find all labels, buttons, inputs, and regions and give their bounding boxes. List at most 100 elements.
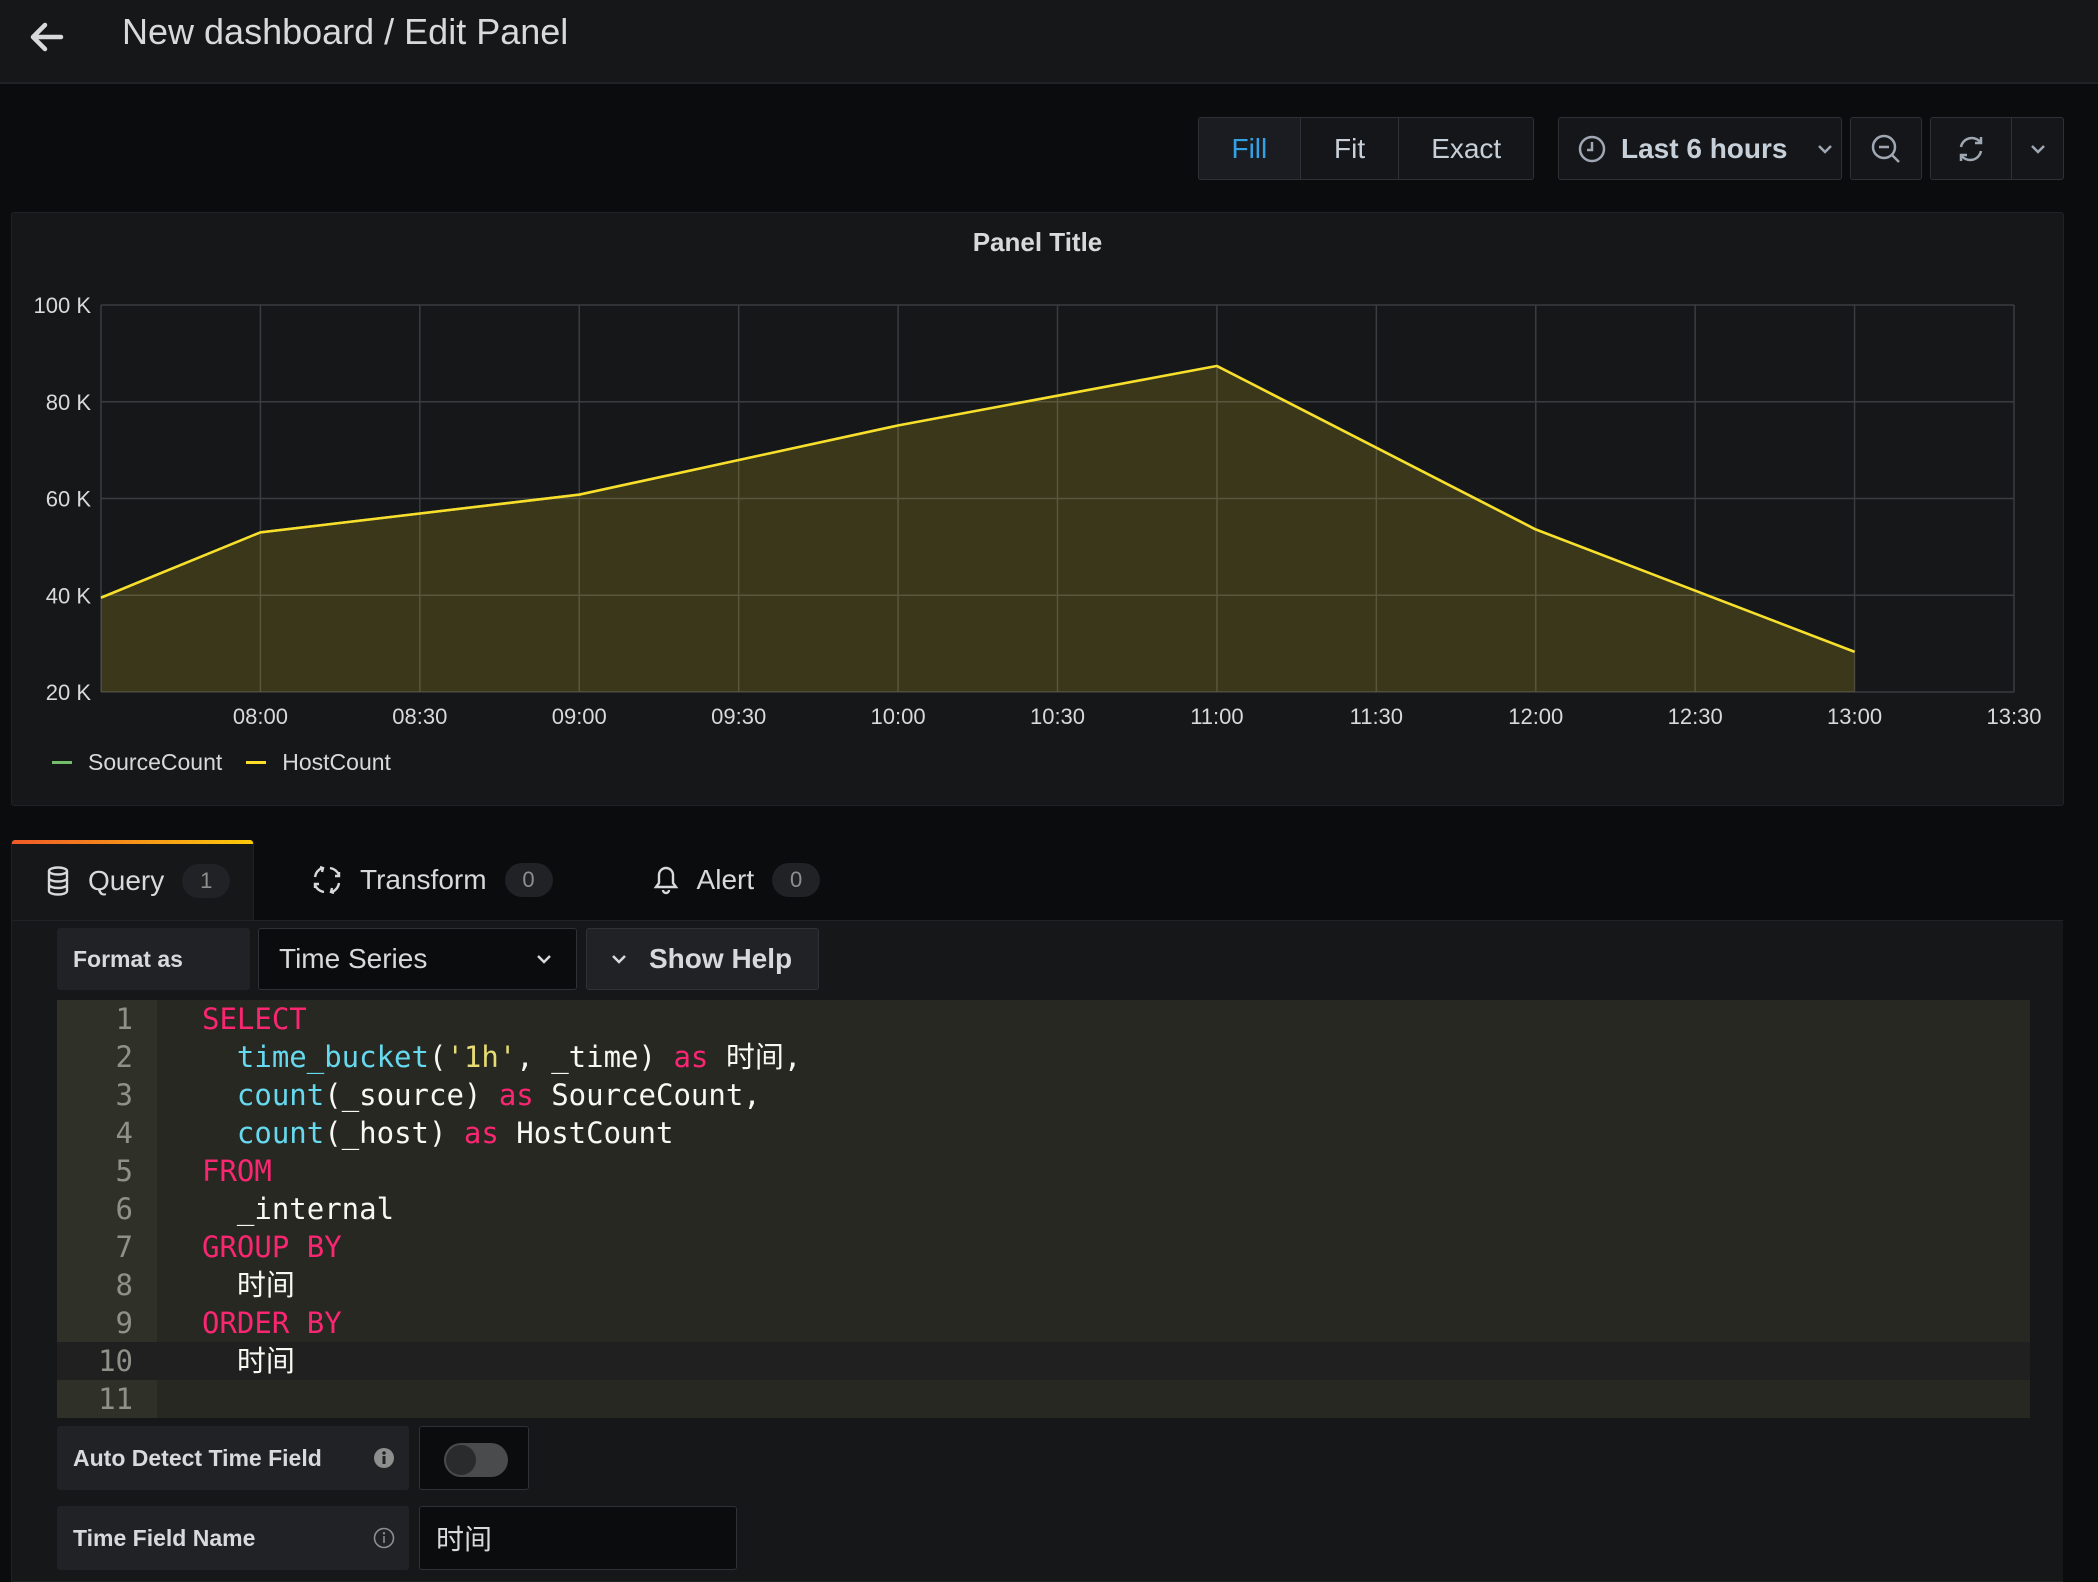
code-line[interactable]: 7GROUP BY [57, 1228, 2030, 1266]
sql-token [202, 1078, 237, 1112]
tab-query[interactable]: Query 1 [11, 840, 254, 920]
code-line[interactable]: 9ORDER BY [57, 1304, 2030, 1342]
tab-count-badge: 1 [182, 864, 230, 898]
sql-function: count [237, 1116, 324, 1150]
code-text: 时间 [202, 1342, 295, 1380]
arrow-left-icon [27, 17, 67, 57]
sql-token [202, 1040, 237, 1074]
auto-detect-label-text: Auto Detect Time Field [73, 1445, 322, 1472]
line-number: 10 [57, 1342, 133, 1380]
code-line[interactable]: 3 count(_source) as SourceCount, [57, 1076, 2030, 1114]
line-number: 2 [57, 1038, 133, 1076]
sql-token: , _time) [516, 1040, 673, 1074]
sql-string: '1h' [446, 1040, 516, 1074]
chart-legend: SourceCount HostCount [52, 749, 415, 776]
tab-label: Query [88, 865, 164, 897]
info-circle-icon[interactable] [373, 1527, 395, 1549]
line-number: 4 [57, 1114, 133, 1152]
zoom-out-button[interactable] [1850, 117, 1922, 180]
time-range-label: Last 6 hours [1621, 133, 1787, 165]
time-field-name-value: 时间 [436, 1518, 492, 1558]
code-text: 时间 [202, 1266, 295, 1304]
editor-tabs: Query 1 Transform 0 Alert 0 [11, 840, 852, 920]
tab-count-badge: 0 [772, 863, 820, 897]
series-area-hostcount [101, 366, 1855, 692]
x-tick-label: 10:30 [1030, 704, 1085, 729]
code-text: count(_host) as HostCount [202, 1114, 673, 1152]
sql-keyword: as [464, 1116, 499, 1150]
sql-token: (_source) [324, 1078, 499, 1112]
clock-icon [1577, 134, 1607, 164]
x-tick-label: 09:30 [711, 704, 766, 729]
code-text: ORDER BY [202, 1304, 342, 1342]
x-tick-label: 11:00 [1190, 704, 1243, 729]
y-tick-label: 80 K [46, 390, 92, 415]
page-title: New dashboard / Edit Panel [122, 10, 568, 54]
tab-label: Alert [697, 864, 755, 896]
x-tick-label: 13:00 [1827, 704, 1882, 729]
code-line[interactable]: 5FROM [57, 1152, 2030, 1190]
toggle-knob [446, 1445, 476, 1475]
panel-preview: Panel Title 20 K40 K60 K80 K100 K08:0008… [11, 212, 2064, 806]
code-line[interactable]: 1 SELECT [57, 1000, 2030, 1038]
sql-keyword: SELECT [202, 1002, 307, 1036]
time-field-label-text: Time Field Name [73, 1525, 255, 1552]
code-line[interactable]: 2 time_bucket('1h', _time) as 时间, [57, 1038, 2030, 1076]
auto-detect-toggle-container [419, 1426, 529, 1490]
y-tick-label: 100 K [34, 293, 92, 318]
sql-token [202, 1116, 237, 1150]
fill-button[interactable]: Fill [1199, 118, 1301, 179]
time-picker-button[interactable]: Last 6 hours [1559, 118, 1841, 179]
tab-count-badge: 0 [505, 863, 553, 897]
tab-label: Transform [360, 864, 487, 896]
sql-token: 时间, [708, 1040, 801, 1074]
code-text: GROUP BY [202, 1228, 342, 1266]
code-line[interactable]: 6 _internal [57, 1190, 2030, 1228]
format-as-select[interactable]: Time Series [258, 928, 577, 990]
legend-swatch [246, 761, 266, 764]
refresh-interval-button[interactable] [2012, 118, 2063, 179]
sql-token: SourceCount, [534, 1078, 761, 1112]
code-line[interactable]: 8 时间 [57, 1266, 2030, 1304]
time-field-name-input[interactable]: 时间 [419, 1506, 737, 1570]
code-text: time_bucket('1h', _time) as 时间, [202, 1038, 801, 1076]
sql-keyword: ORDER BY [202, 1306, 342, 1340]
show-help-button[interactable]: Show Help [586, 928, 819, 990]
sql-token: 时间 [202, 1268, 295, 1302]
sql-keyword: as [499, 1078, 534, 1112]
bell-icon [653, 865, 679, 895]
code-line[interactable]: 11 [57, 1380, 2030, 1418]
y-tick-label: 20 K [46, 680, 92, 705]
y-tick-label: 40 K [46, 583, 92, 608]
refresh-button[interactable] [1931, 118, 2012, 179]
view-mode-group: Fill Fit Exact [1198, 117, 1534, 180]
fit-button[interactable]: Fit [1301, 118, 1400, 179]
code-text: SELECT [202, 1000, 307, 1038]
code-line[interactable]: 10 时间 [57, 1342, 2030, 1380]
line-number: 1 [57, 1000, 133, 1038]
back-button[interactable] [22, 12, 72, 62]
code-line[interactable]: 4 count(_host) as HostCount [57, 1114, 2030, 1152]
zoom-out-icon [1869, 132, 1903, 166]
x-tick-label: 12:30 [1668, 704, 1723, 729]
sql-token: (_host) [324, 1116, 464, 1150]
info-icon[interactable] [373, 1447, 395, 1469]
tab-alert[interactable]: Alert 0 [585, 840, 853, 920]
show-help-label: Show Help [649, 943, 792, 975]
tab-transform[interactable]: Transform 0 [254, 840, 585, 920]
sql-token: HostCount [499, 1116, 674, 1150]
legend-item-sourcecount[interactable]: SourceCount [52, 749, 222, 776]
legend-label: HostCount [282, 749, 391, 776]
time-picker[interactable]: Last 6 hours [1558, 117, 1842, 180]
x-tick-label: 08:30 [392, 704, 447, 729]
auto-detect-toggle[interactable] [444, 1443, 508, 1477]
auto-detect-time-field-label: Auto Detect Time Field [57, 1426, 409, 1490]
refresh-icon [1954, 132, 1988, 166]
sql-code-editor[interactable]: 1SELECT2 time_bucket('1h', _time) as 时间,… [57, 1000, 2030, 1418]
refresh-group [1930, 117, 2064, 180]
legend-item-hostcount[interactable]: HostCount [246, 749, 391, 776]
x-tick-label: 13:30 [1986, 704, 2041, 729]
line-number: 3 [57, 1076, 133, 1114]
exact-button[interactable]: Exact [1399, 118, 1533, 179]
y-tick-label: 60 K [46, 487, 92, 512]
